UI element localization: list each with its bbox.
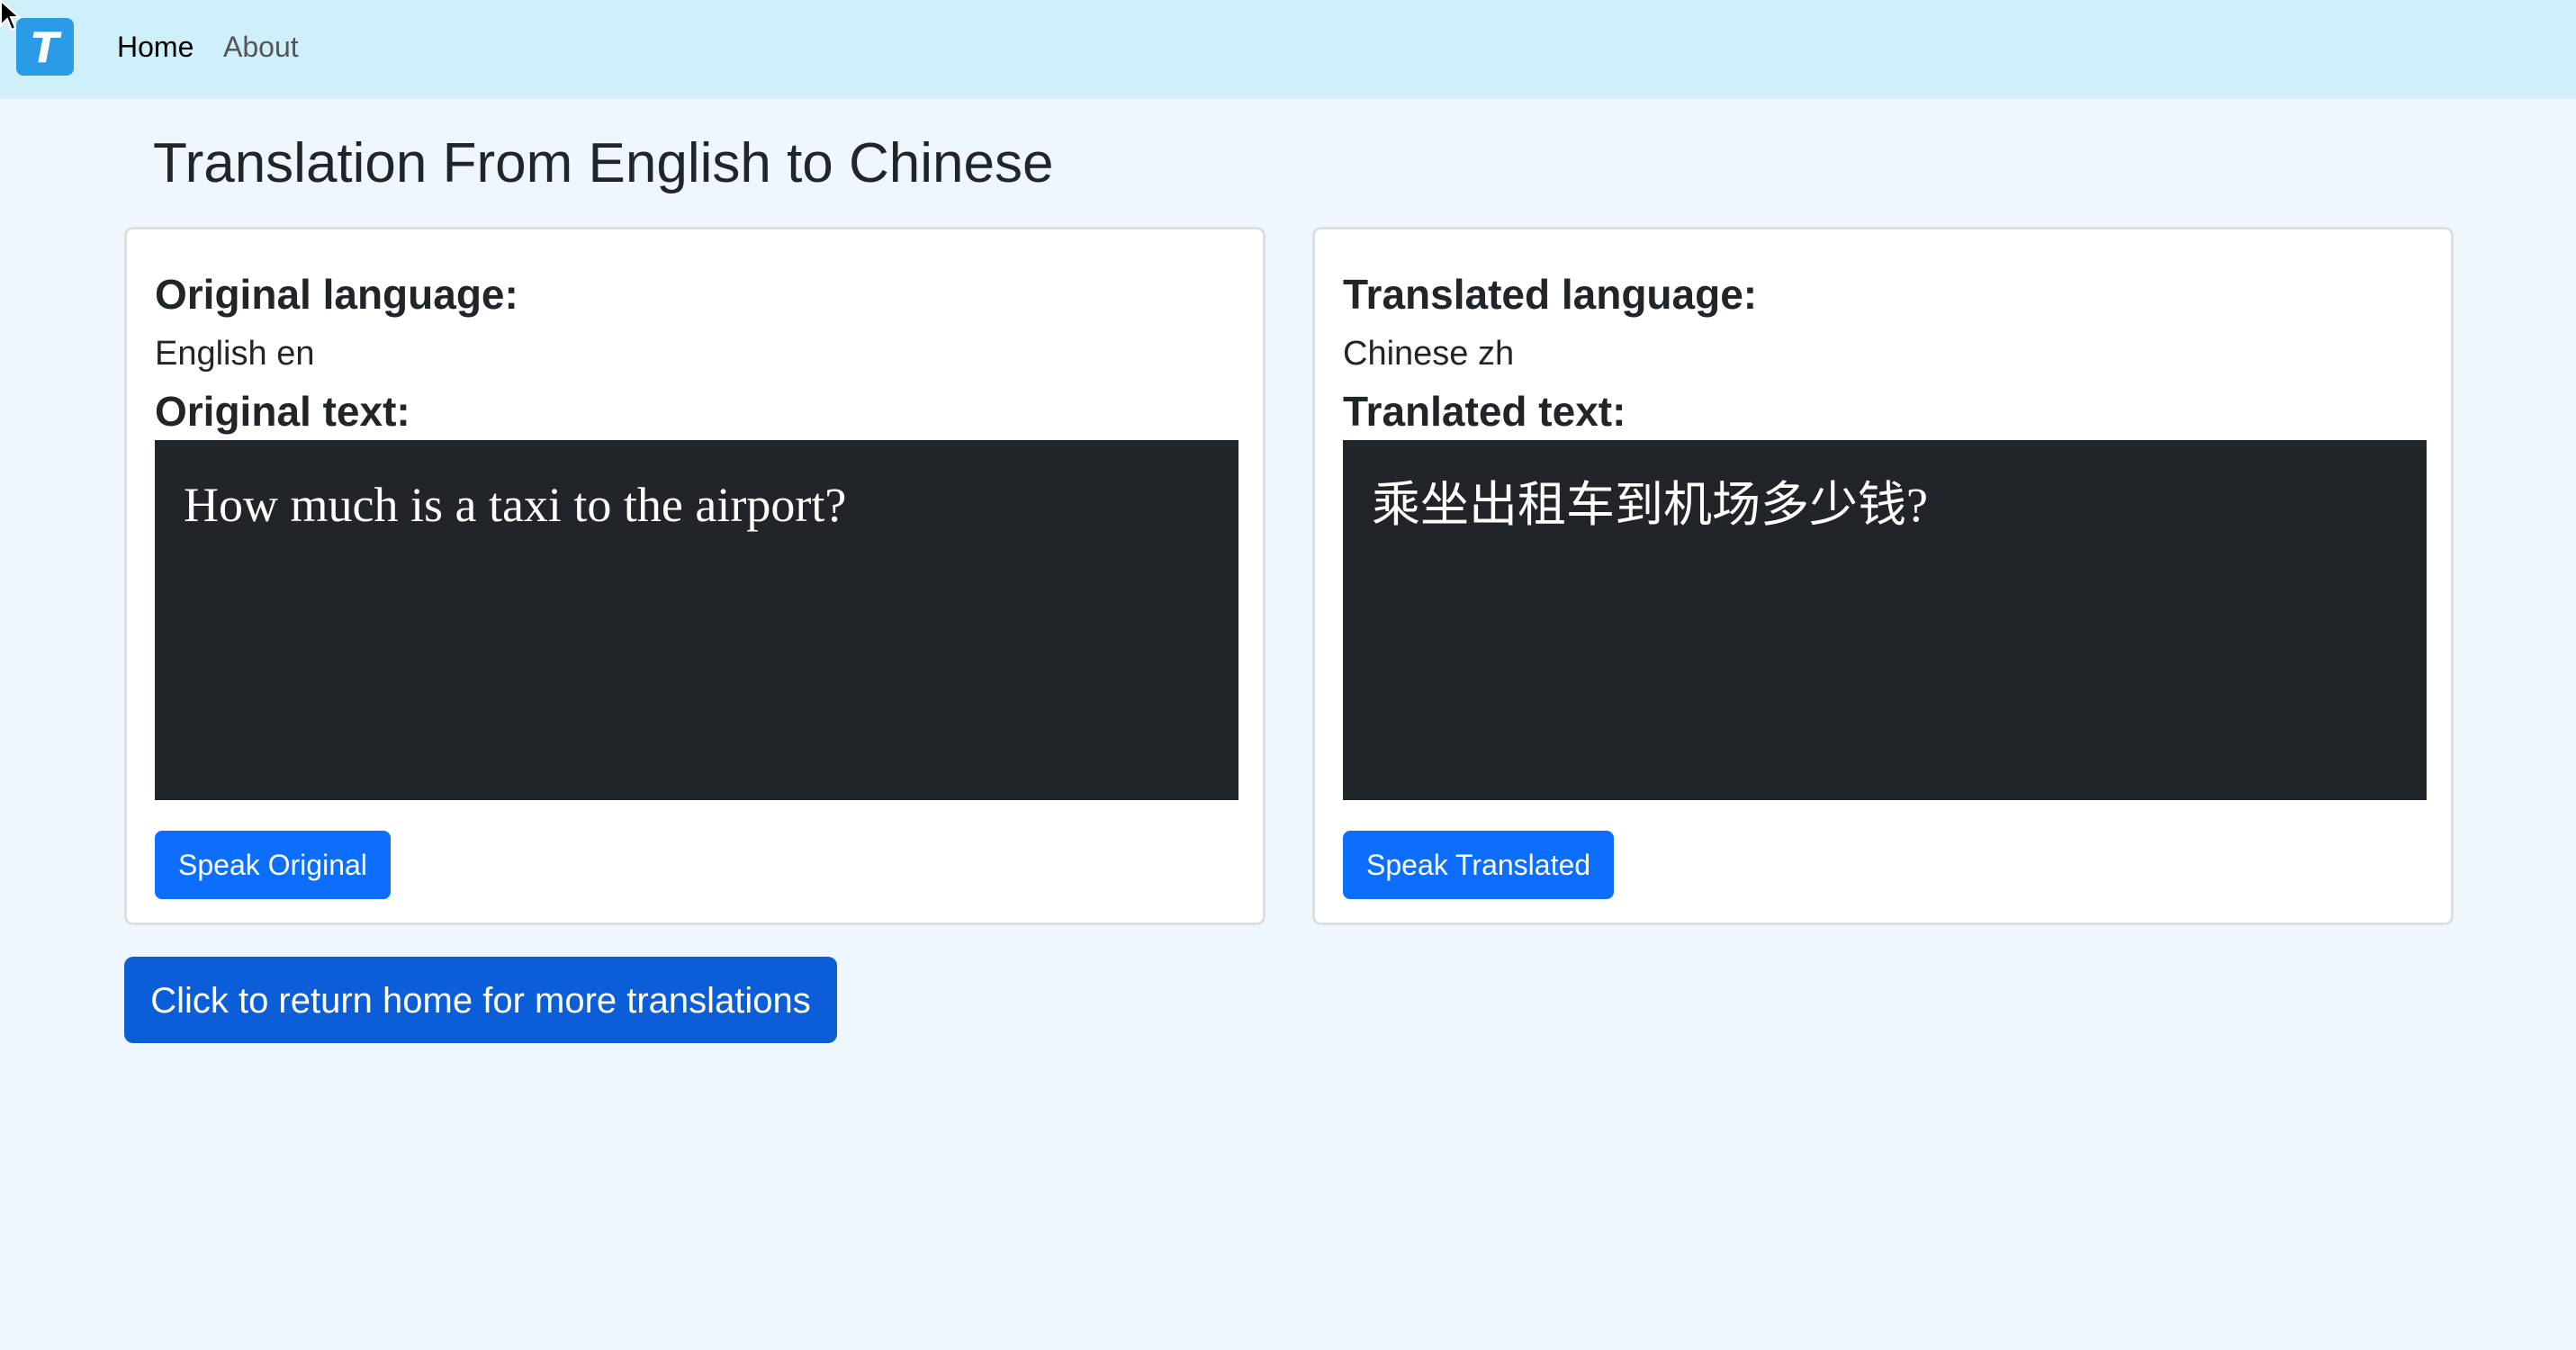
return-home-button[interactable]: Click to return home for more translatio…	[124, 957, 837, 1043]
translated-language-value: Chinese zh	[1343, 335, 1515, 373]
page-title: Translation From English to Chinese	[153, 132, 1054, 194]
original-card: Original language: English en Original t…	[124, 227, 1265, 925]
svg-text:T: T	[31, 23, 62, 72]
speak-original-button[interactable]: Speak Original	[155, 831, 391, 899]
app-logo-icon[interactable]: T	[16, 18, 74, 76]
translated-language-label: Translated language:	[1343, 271, 1758, 318]
translated-text-label: Tranlated text:	[1343, 388, 1626, 435]
translated-text-box: 乘坐出租车到机场多少钱?	[1343, 440, 2427, 800]
mouse-cursor-icon	[0, 0, 22, 32]
original-text-label: Original text:	[155, 388, 410, 435]
original-language-label: Original language:	[155, 271, 518, 318]
original-text-box: How much is a taxi to the airport?	[155, 440, 1238, 800]
speak-translated-button[interactable]: Speak Translated	[1343, 831, 1615, 899]
navbar: T Home About	[0, 0, 2576, 99]
nav-link-home[interactable]: Home	[117, 27, 194, 67]
translated-card: Translated language: Chinese zh Tranlate…	[1312, 227, 2454, 925]
original-language-value: English en	[155, 335, 315, 373]
t-logo-icon: T	[31, 23, 62, 72]
nav-link-about[interactable]: About	[223, 27, 299, 67]
